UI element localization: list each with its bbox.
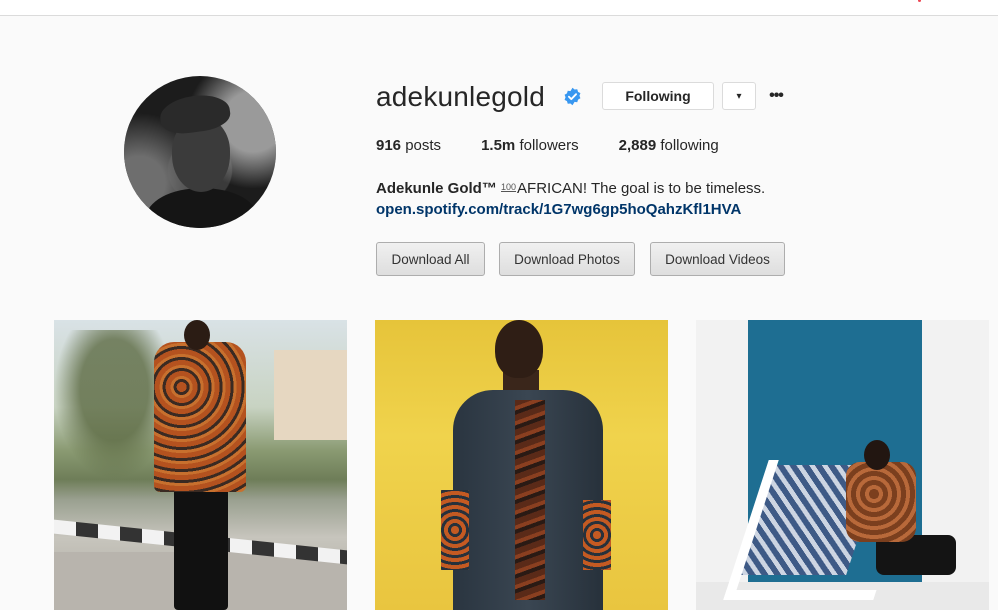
following-label: following: [660, 137, 719, 154]
followers-label: followers: [519, 137, 579, 154]
hundred-emoji-icon: 100: [501, 182, 517, 192]
post-thumbnail[interactable]: [696, 320, 989, 610]
bio-link[interactable]: open.spotify.com/track/1G7wg6gp5hoQahzKf…: [376, 200, 741, 220]
profile-avatar[interactable]: [124, 76, 276, 228]
posts-stat[interactable]: 916 posts: [376, 136, 441, 156]
notification-indicator[interactable]: [918, 0, 921, 2]
bio-text: AFRICAN! The goal is to be timeless.: [517, 180, 766, 197]
full-name: Adekunle Gold™: [376, 180, 497, 197]
more-options-icon[interactable]: •••: [766, 86, 786, 106]
post-thumbnail[interactable]: [54, 320, 347, 610]
download-videos-button[interactable]: Download Videos: [650, 242, 785, 276]
followers-count: 1.5m: [481, 137, 516, 154]
following-stat[interactable]: 2,889 following: [619, 136, 719, 156]
profile-stats: 916 posts 1.5m followers 2,889 following: [376, 136, 759, 156]
post-thumbnail[interactable]: [375, 320, 668, 610]
top-navigation-bar: [0, 0, 998, 16]
verified-badge-icon: [564, 87, 581, 106]
following-button[interactable]: Following: [602, 82, 714, 110]
download-all-button[interactable]: Download All: [376, 242, 485, 276]
posts-count: 916: [376, 137, 402, 154]
download-photos-button[interactable]: Download Photos: [499, 242, 635, 276]
profile-username: adekunlegold: [376, 81, 545, 112]
profile-bio: Adekunle Gold™ 100AFRICAN! The goal is t…: [376, 177, 765, 199]
posts-label: posts: [405, 137, 442, 154]
chevron-down-icon[interactable]: ▾: [722, 82, 756, 110]
following-count: 2,889: [618, 137, 657, 154]
followers-stat[interactable]: 1.5m followers: [481, 136, 579, 156]
